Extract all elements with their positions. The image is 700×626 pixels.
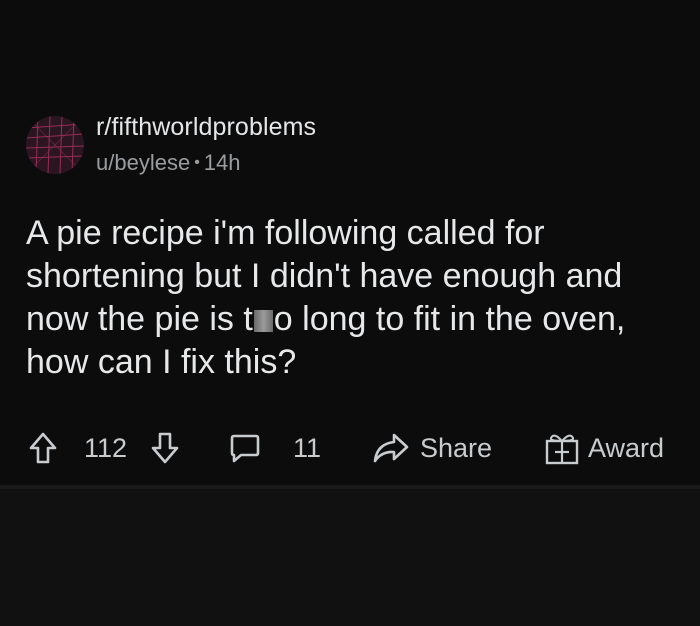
post-card[interactable]: r/fifthworldproblems u/beylese • 14h A pie…: [0, 0, 700, 485]
comment-button[interactable]: [228, 420, 262, 476]
feed-area: [0, 489, 700, 626]
gift-icon: [545, 434, 579, 465]
arrow-down-icon: [151, 432, 179, 464]
post-title[interactable]: A pie recipe i'm following called for sh…: [26, 212, 676, 384]
vote-score: 112: [84, 420, 127, 476]
downvote-button[interactable]: [150, 420, 180, 476]
author-name[interactable]: u/beylese: [96, 150, 190, 175]
arrow-up-icon: [29, 432, 57, 464]
share-arrow-icon: [373, 433, 409, 463]
avatar-pattern-icon: [26, 116, 84, 174]
share-button[interactable]: Share: [372, 420, 492, 476]
subreddit-name[interactable]: r/fifthworldproblems: [96, 113, 316, 142]
score-text: 112: [84, 432, 128, 463]
post-meta: u/beylese • 14h: [96, 150, 241, 176]
post-age: 14h: [203, 150, 241, 175]
award-label: Award: [588, 432, 665, 463]
meta-separator: •: [194, 154, 200, 171]
comments-count-text: 11: [293, 432, 322, 463]
comment-bubble-icon: [230, 434, 260, 463]
award-button[interactable]: Award: [544, 420, 664, 476]
subreddit-avatar[interactable]: [26, 116, 84, 174]
comments-count[interactable]: 11: [293, 420, 321, 476]
redaction-block: [253, 310, 273, 332]
upvote-button[interactable]: [28, 420, 58, 476]
share-label: Share: [420, 432, 493, 463]
post-actions: 112 11 Share Award: [0, 420, 700, 476]
